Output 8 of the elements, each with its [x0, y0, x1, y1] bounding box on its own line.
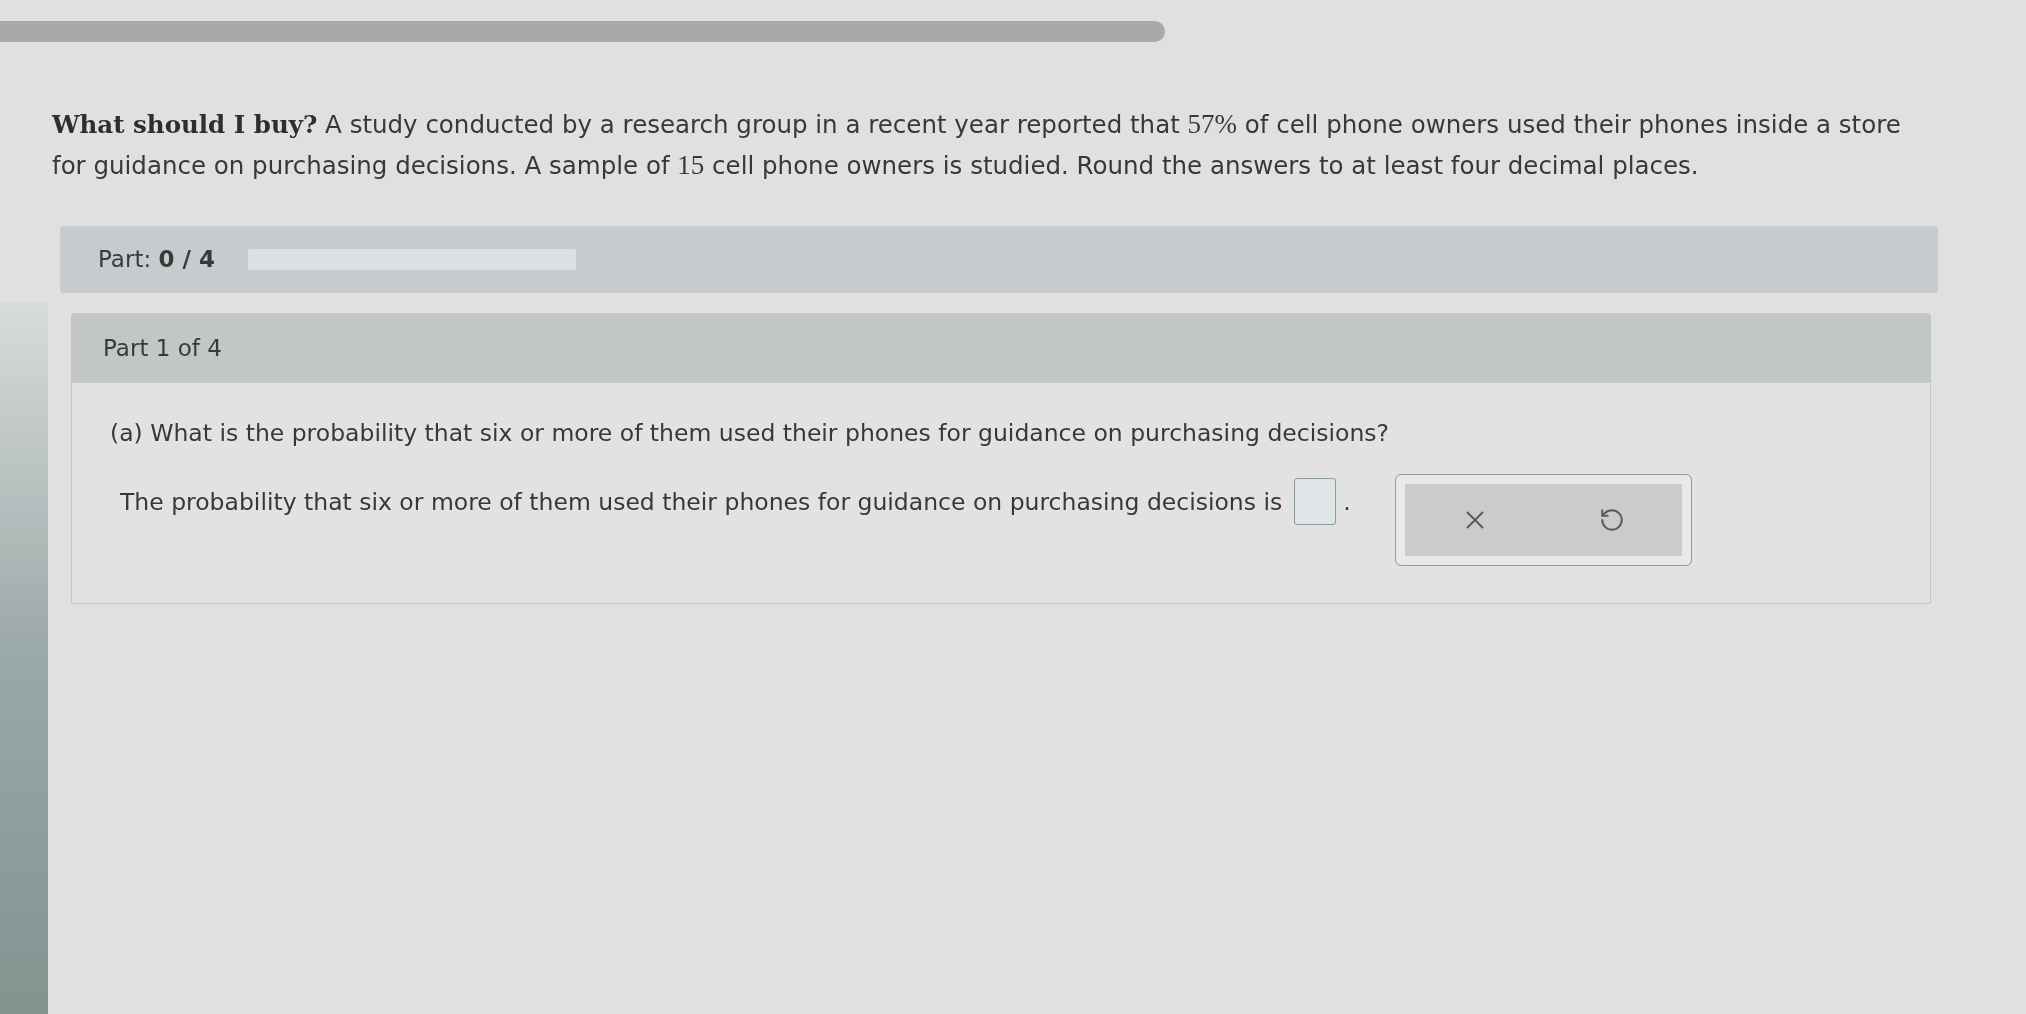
circular-arrow-icon: [1598, 507, 1625, 533]
answer-prompt: The probability that six or more of them used their phones for guidance on purchasing decisions is: [120, 487, 1283, 517]
part-title: Part 1 of 4: [103, 333, 222, 363]
answer-box[interactable]: [1294, 478, 1337, 525]
part-counter: Part: 0 / 4: [98, 245, 215, 275]
problem-statement: What should I buy? A study conducted by a research group in a recent year reported that 57% of cell phone owners used their phones inside a store for guidance on purchasing decisions. A sample of 15 cell phone owners is studied. Round the answers to at least four decimal places.: [52, 108, 1902, 182]
question-text: (a) What is the probability that six or more of them used their phones for guidance on purchasing decisions?: [110, 418, 1390, 448]
answer-period: .: [1343, 487, 1351, 517]
